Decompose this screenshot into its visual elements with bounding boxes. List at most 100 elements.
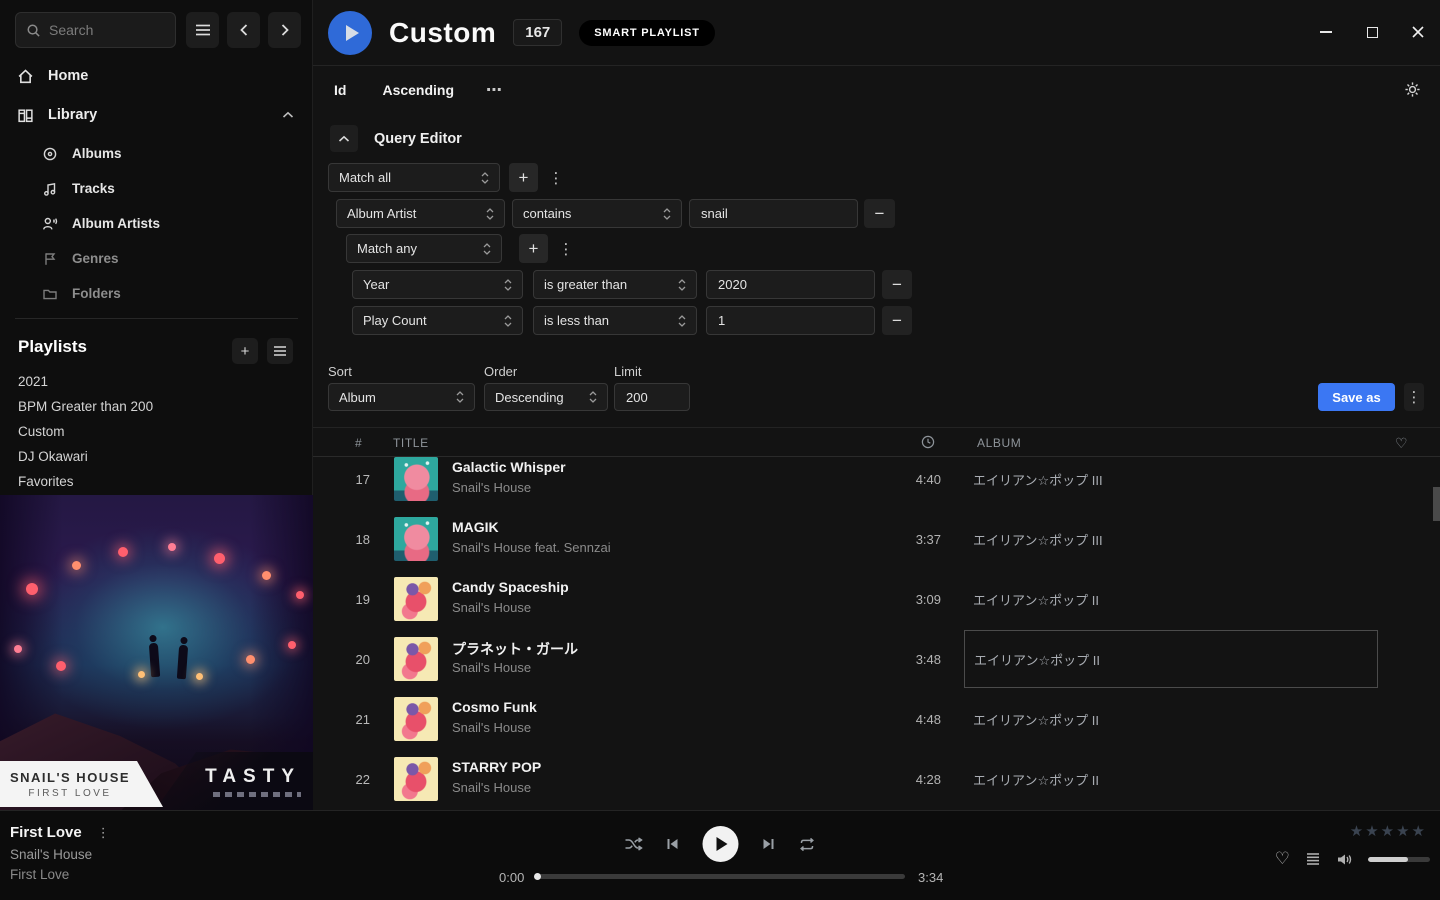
volume-button[interactable] xyxy=(1336,852,1353,867)
album-cell[interactable]: エイリアン☆ポップ III xyxy=(964,510,1378,568)
album-cell[interactable]: エイリアン☆ポップ II xyxy=(964,690,1378,748)
scrollbar-thumb[interactable] xyxy=(1433,487,1440,521)
settings-gear-button[interactable] xyxy=(1404,81,1421,98)
sidebar-item-folders[interactable]: Folders xyxy=(0,276,312,311)
now-playing-artwork[interactable]: TASTY SNAIL'S HOUSE FIRST LOVE xyxy=(0,495,313,810)
remove-rule1-button[interactable]: − xyxy=(864,199,895,228)
table-row[interactable]: 18 MAGIK Snail's House feat. Sennzai 3:3… xyxy=(313,509,1440,569)
table-row[interactable]: 17 Galactic Whisper Snail's House 4:40 エ… xyxy=(313,457,1440,509)
seek-knob[interactable] xyxy=(534,873,541,880)
column-title[interactable]: TITLE xyxy=(393,436,429,450)
playlist-label: 2021 xyxy=(18,374,48,389)
add-rule-button-group2[interactable]: + xyxy=(519,234,548,263)
save-menu-button[interactable]: ⋮ xyxy=(1404,383,1424,411)
column-favorite[interactable]: ♡ xyxy=(1395,435,1408,452)
queue-button[interactable] xyxy=(1305,852,1321,866)
rule1-operator-select[interactable]: contains xyxy=(512,199,682,228)
more-options-button[interactable]: ⋯ xyxy=(486,80,503,100)
home-icon xyxy=(17,68,34,85)
play-pause-button[interactable] xyxy=(703,826,739,862)
star-icon[interactable]: ★ xyxy=(1412,822,1425,840)
album-cell[interactable]: エイリアン☆ポップ III xyxy=(964,457,1378,508)
sidebar-item-albums[interactable]: Albums xyxy=(0,136,312,171)
search-input[interactable] xyxy=(49,22,159,38)
sidebar-item-library[interactable]: Library xyxy=(0,96,312,134)
table-row[interactable]: 22 STARRY POP Snail's House 4:28 エイリアン☆ポ… xyxy=(313,749,1440,809)
sidebar-item-album-artists[interactable]: Album Artists xyxy=(0,206,312,241)
rule2-value-input[interactable] xyxy=(706,270,875,299)
rule3-operator-select[interactable]: is less than xyxy=(533,306,697,335)
album-cell[interactable]: エイリアン☆ポップ II xyxy=(964,630,1378,688)
next-track-button[interactable] xyxy=(762,837,776,851)
collapse-chevron-icon[interactable] xyxy=(282,111,294,119)
rule1-value-input[interactable] xyxy=(689,199,858,228)
maximize-button[interactable] xyxy=(1362,22,1382,42)
star-icon[interactable]: ★ xyxy=(1365,822,1378,840)
play-playlist-button[interactable] xyxy=(328,11,372,55)
sort-field-control[interactable]: Id xyxy=(334,82,346,98)
menu-button[interactable] xyxy=(186,12,219,48)
table-row[interactable]: 19 Candy Spaceship Snail's House 3:09 エイ… xyxy=(313,569,1440,629)
album-cell[interactable]: エイリアン☆ポップ II xyxy=(964,750,1378,808)
repeat-button[interactable] xyxy=(799,837,816,852)
table-header: # TITLE ALBUM ♡ xyxy=(313,427,1440,457)
sidebar-item-home[interactable]: Home xyxy=(0,57,312,95)
sidebar-item-tracks[interactable]: Tracks xyxy=(0,171,312,206)
star-icon[interactable]: ★ xyxy=(1381,822,1394,840)
remove-rule3-button[interactable]: − xyxy=(882,306,912,335)
search-box[interactable] xyxy=(15,12,176,48)
flag-icon xyxy=(42,251,58,267)
table-row[interactable]: 20 プラネット・ガール Snail's House 3:48 エイリアン☆ポッ… xyxy=(313,629,1440,689)
nav-forward-button[interactable] xyxy=(268,12,301,48)
artist-icon xyxy=(42,216,58,232)
sidebar-item-genres[interactable]: Genres xyxy=(0,241,312,276)
cover-title-text: FIRST LOVE xyxy=(28,788,111,799)
now-playing-menu-button[interactable]: ⋮ xyxy=(97,825,110,841)
manage-playlists-button[interactable] xyxy=(267,338,293,364)
rule1-field-select[interactable]: Album Artist xyxy=(336,199,505,228)
playlists-heading: Playlists xyxy=(18,337,87,357)
query-editor-collapse-button[interactable] xyxy=(330,125,358,152)
playlist-item[interactable]: Custom xyxy=(0,419,312,444)
column-duration[interactable] xyxy=(921,435,935,449)
rule3-field-select[interactable]: Play Count xyxy=(352,306,523,335)
sidebar-item-label: Tracks xyxy=(72,181,115,196)
shuffle-button[interactable] xyxy=(625,836,643,852)
playlist-item[interactable]: Favorites xyxy=(0,469,312,494)
group2-menu-button[interactable]: ⋮ xyxy=(556,234,576,263)
column-album[interactable]: ALBUM xyxy=(977,436,1021,450)
star-icon[interactable]: ★ xyxy=(1396,822,1409,840)
playlist-item[interactable]: BPM Greater than 200 xyxy=(0,394,312,419)
minus-icon: − xyxy=(875,204,885,224)
seek-bar[interactable] xyxy=(535,874,905,879)
sort-direction-control[interactable]: Ascending xyxy=(382,82,454,98)
save-as-button[interactable]: Save as xyxy=(1318,383,1395,411)
album-art-thumbnail xyxy=(394,577,438,621)
table-row[interactable]: 21 Cosmo Funk Snail's House 4:48 エイリアン☆ポ… xyxy=(313,689,1440,749)
volume-fill xyxy=(1368,857,1408,862)
previous-track-button[interactable] xyxy=(666,837,680,851)
rule2-field-select[interactable]: Year xyxy=(352,270,523,299)
favorite-button[interactable]: ♡ xyxy=(1275,849,1290,869)
group1-menu-button[interactable]: ⋮ xyxy=(546,163,566,192)
minimize-button[interactable] xyxy=(1316,22,1336,42)
limit-input[interactable] xyxy=(614,383,690,411)
add-playlist-button[interactable]: + xyxy=(232,338,258,364)
close-button[interactable] xyxy=(1408,22,1428,42)
rule3-value-input[interactable] xyxy=(706,306,875,335)
playlist-label: Favorites xyxy=(18,474,74,489)
volume-slider[interactable] xyxy=(1368,857,1430,862)
playlist-item[interactable]: DJ Okawari xyxy=(0,444,312,469)
add-rule-button-group1[interactable]: + xyxy=(509,163,538,192)
rule2-operator-select[interactable]: is greater than xyxy=(533,270,697,299)
sort-select[interactable]: Album xyxy=(328,383,475,411)
remove-rule2-button[interactable]: − xyxy=(882,270,912,299)
match-select-group2[interactable]: Match any xyxy=(346,234,502,263)
nav-back-button[interactable] xyxy=(227,12,260,48)
album-cell[interactable]: エイリアン☆ポップ II xyxy=(964,570,1378,628)
column-index[interactable]: # xyxy=(355,436,362,450)
order-select[interactable]: Descending xyxy=(484,383,608,411)
playlist-item[interactable]: 2021 xyxy=(0,369,312,394)
star-icon[interactable]: ★ xyxy=(1350,822,1363,840)
match-select-group1[interactable]: Match all xyxy=(328,163,500,192)
